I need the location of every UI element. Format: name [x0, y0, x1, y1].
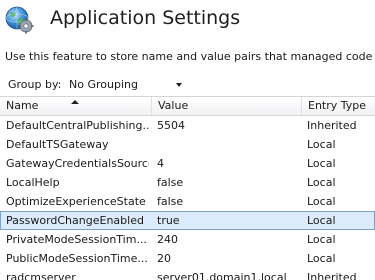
table-row[interactable]: DefaultCentralPublishing... 5504 Inherit…: [0, 116, 375, 135]
table-row[interactable]: GatewayCredentialsSource 4 Local: [0, 154, 375, 173]
cell-entry-type: Local: [307, 233, 336, 246]
cell-value: server01.domain1.local: [157, 271, 287, 280]
group-by-label: Group by:: [8, 78, 62, 91]
column-header-entry-type[interactable]: Entry Type: [301, 97, 375, 115]
chevron-down-icon: [176, 83, 182, 87]
cell-value: 4: [157, 157, 164, 170]
feature-description: Use this feature to store name and value…: [5, 50, 375, 63]
cell-value: 5504: [157, 119, 185, 132]
table-body: DefaultCentralPublishing... 5504 Inherit…: [0, 116, 375, 280]
cell-name: OptimizeExperienceState: [6, 195, 146, 208]
cell-entry-type: Local: [307, 176, 336, 189]
cell-entry-type: Inherited: [307, 271, 357, 280]
cell-name: radcmserver: [6, 271, 76, 280]
page-title: Application Settings: [50, 7, 241, 29]
cell-name: PublicModeSessionTime...: [6, 252, 148, 265]
table-row[interactable]: radcmserver server01.domain1.local Inher…: [0, 268, 375, 280]
column-header-name[interactable]: Name: [0, 97, 151, 115]
cell-entry-type: Inherited: [307, 119, 357, 132]
table-row[interactable]: PublicModeSessionTime... 20 Local: [0, 249, 375, 268]
group-by-selected-value: No Grouping: [69, 78, 138, 91]
globe-gear-icon: [5, 6, 34, 34]
cell-name: GatewayCredentialsSource: [6, 157, 149, 170]
sort-ascending-icon: [71, 100, 79, 104]
table-row[interactable]: OptimizeExperienceState false Local: [0, 192, 375, 211]
settings-table: Name Value Entry Type DefaultCentralPubl…: [0, 96, 375, 280]
cell-value: false: [157, 176, 184, 189]
cell-entry-type: Local: [307, 195, 336, 208]
cell-value: 20: [157, 252, 171, 265]
cell-name: DefaultTSGateway: [6, 138, 109, 151]
cell-name: DefaultCentralPublishing...: [6, 119, 149, 132]
cell-name: PasswordChangeEnabled: [6, 214, 144, 227]
cell-name: LocalHelp: [6, 176, 60, 189]
column-header-value[interactable]: Value: [151, 97, 301, 115]
cell-entry-type: Local: [307, 157, 336, 170]
table-row-selected[interactable]: PasswordChangeEnabled true Local: [0, 211, 375, 230]
cell-name: PrivateModeSessionTim...: [6, 233, 147, 246]
table-row[interactable]: PrivateModeSessionTim... 240 Local: [0, 230, 375, 249]
cell-value: 240: [157, 233, 178, 246]
table-row[interactable]: LocalHelp false Local: [0, 173, 375, 192]
column-header-name-label: Name: [6, 99, 39, 112]
cell-entry-type: Local: [307, 138, 336, 151]
cell-value: false: [157, 195, 184, 208]
table-header: Name Value Entry Type: [0, 96, 375, 116]
page-header: Application Settings: [0, 0, 375, 40]
table-row[interactable]: DefaultTSGateway Local: [0, 135, 375, 154]
cell-entry-type: Local: [307, 252, 336, 265]
group-by-dropdown[interactable]: No Grouping: [69, 76, 189, 94]
cell-value: true: [157, 214, 180, 227]
cell-entry-type: Local: [307, 214, 336, 227]
